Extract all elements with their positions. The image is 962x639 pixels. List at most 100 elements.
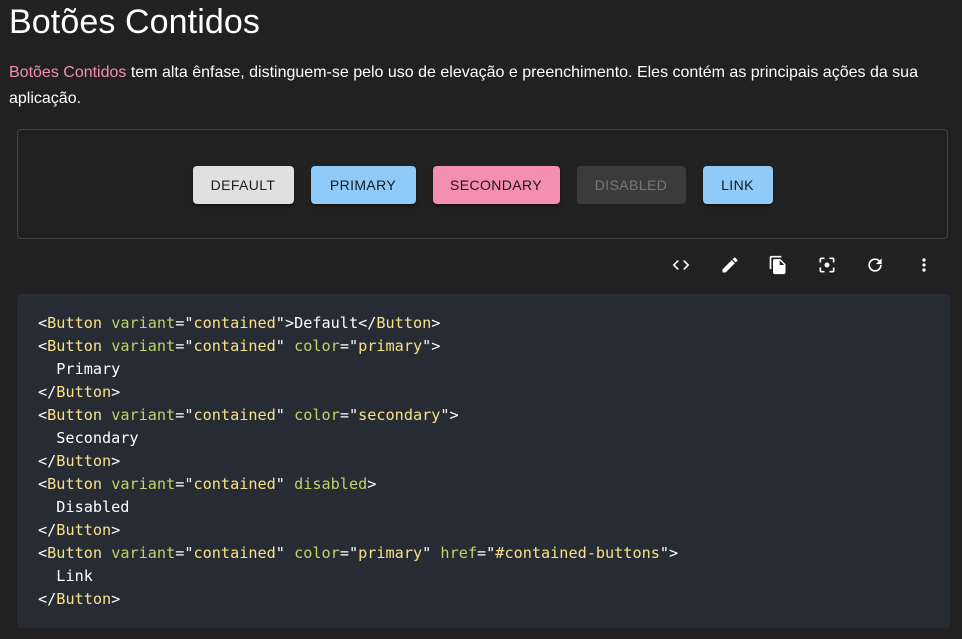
code-token: color bbox=[294, 544, 340, 562]
page-title: Botões Contidos bbox=[9, 3, 260, 41]
code-token: ">Default</ bbox=[275, 314, 377, 332]
code-line: </Button> bbox=[38, 588, 950, 611]
code-token: contained bbox=[193, 406, 276, 424]
description-text: tem alta ênfase, distinguem-se pelo uso … bbox=[9, 64, 918, 107]
demo-panel: DEFAULT PRIMARY SECONDARY DISABLED LINK bbox=[17, 129, 948, 239]
code-line: Secondary bbox=[38, 427, 950, 450]
primary-button[interactable]: PRIMARY bbox=[310, 166, 416, 204]
code-token: primary bbox=[358, 544, 423, 562]
refresh-icon[interactable] bbox=[851, 252, 900, 278]
code-token: color bbox=[294, 406, 340, 424]
code-token: < bbox=[38, 337, 48, 355]
code-token: =" bbox=[175, 544, 194, 562]
code-token: Button bbox=[56, 590, 112, 608]
code-token: secondary bbox=[358, 406, 441, 424]
code-token: < bbox=[38, 544, 48, 562]
code-token: Link bbox=[38, 567, 93, 585]
code-token: href bbox=[440, 544, 477, 562]
code-token: </ bbox=[38, 521, 57, 539]
code-token: " bbox=[275, 406, 295, 424]
code-token: "> bbox=[659, 544, 679, 562]
code-token: variant bbox=[111, 406, 176, 424]
code-token: Primary bbox=[38, 360, 121, 378]
page-description: Botões Contidos tem alta ênfase, disting… bbox=[9, 60, 939, 112]
link-button[interactable]: LINK bbox=[702, 166, 773, 204]
code-token: Button bbox=[56, 521, 112, 539]
code-token: < bbox=[38, 406, 48, 424]
code-toolbar bbox=[657, 252, 948, 278]
code-token: " bbox=[275, 544, 295, 562]
code-token: " bbox=[275, 475, 295, 493]
code-token: </ bbox=[38, 452, 57, 470]
more-icon[interactable] bbox=[900, 252, 949, 278]
code-line: <Button variant="contained" color="prima… bbox=[38, 542, 950, 565]
section-link[interactable]: Botões Contidos bbox=[9, 64, 126, 81]
code-token: variant bbox=[111, 314, 176, 332]
code-token: =" bbox=[477, 544, 496, 562]
code-token: =" bbox=[339, 406, 359, 424]
code-token: " bbox=[275, 337, 295, 355]
screenshot-icon[interactable] bbox=[803, 252, 852, 278]
code-token: =" bbox=[339, 544, 359, 562]
code-token: > bbox=[111, 383, 121, 401]
code-token: contained bbox=[193, 314, 276, 332]
code-token: </ bbox=[38, 383, 57, 401]
code-token: variant bbox=[111, 544, 176, 562]
code-token: =" bbox=[175, 337, 194, 355]
code-token: Button bbox=[376, 314, 432, 332]
code-token: Secondary bbox=[38, 429, 139, 447]
code-line: Primary bbox=[38, 358, 950, 381]
code-icon[interactable] bbox=[657, 252, 706, 278]
code-token: contained bbox=[193, 475, 276, 493]
code-token: Button bbox=[47, 406, 103, 424]
copy-icon[interactable] bbox=[754, 252, 803, 278]
default-button[interactable]: DEFAULT bbox=[192, 166, 294, 204]
code-token: < bbox=[38, 475, 48, 493]
code-token: =" bbox=[175, 406, 194, 424]
code-token: Button bbox=[56, 452, 112, 470]
code-line: <Button variant="contained" color="secon… bbox=[38, 404, 950, 427]
code-token: > bbox=[111, 521, 121, 539]
code-token: " bbox=[422, 544, 441, 562]
code-token: > bbox=[111, 452, 121, 470]
code-token: contained bbox=[193, 337, 276, 355]
edit-icon[interactable] bbox=[706, 252, 755, 278]
code-token: Button bbox=[47, 314, 103, 332]
code-token: "> bbox=[440, 406, 459, 424]
code-block: <Button variant="contained">Default</But… bbox=[17, 294, 950, 628]
code-token: =" bbox=[175, 475, 194, 493]
code-token: Disabled bbox=[38, 498, 130, 516]
code-token: > bbox=[111, 590, 121, 608]
code-token: primary bbox=[358, 337, 423, 355]
code-line: <Button variant="contained" color="prima… bbox=[38, 335, 950, 358]
code-line: </Button> bbox=[38, 519, 950, 542]
code-line: Link bbox=[38, 565, 950, 588]
code-token: =" bbox=[339, 337, 359, 355]
code-token: Button bbox=[47, 337, 103, 355]
code-token: color bbox=[294, 337, 340, 355]
disabled-button: DISABLED bbox=[576, 166, 686, 204]
code-token: variant bbox=[111, 475, 176, 493]
code-token: contained bbox=[193, 544, 276, 562]
code-line: Disabled bbox=[38, 496, 950, 519]
code-line: </Button> bbox=[38, 381, 950, 404]
code-token: < bbox=[38, 314, 48, 332]
code-token: Button bbox=[47, 544, 103, 562]
code-token: Button bbox=[47, 475, 103, 493]
code-token: </ bbox=[38, 590, 57, 608]
secondary-button[interactable]: SECONDARY bbox=[432, 166, 560, 204]
code-token: variant bbox=[111, 337, 176, 355]
code-token: Button bbox=[56, 383, 112, 401]
code-token: disabled bbox=[294, 475, 368, 493]
code-line: <Button variant="contained" disabled> bbox=[38, 473, 950, 496]
code-token: > bbox=[367, 475, 377, 493]
button-row: DEFAULT PRIMARY SECONDARY DISABLED LINK bbox=[18, 166, 947, 204]
code-line: <Button variant="contained">Default</But… bbox=[38, 312, 950, 335]
code-token: =" bbox=[175, 314, 194, 332]
code-token: #contained-buttons bbox=[495, 544, 660, 562]
